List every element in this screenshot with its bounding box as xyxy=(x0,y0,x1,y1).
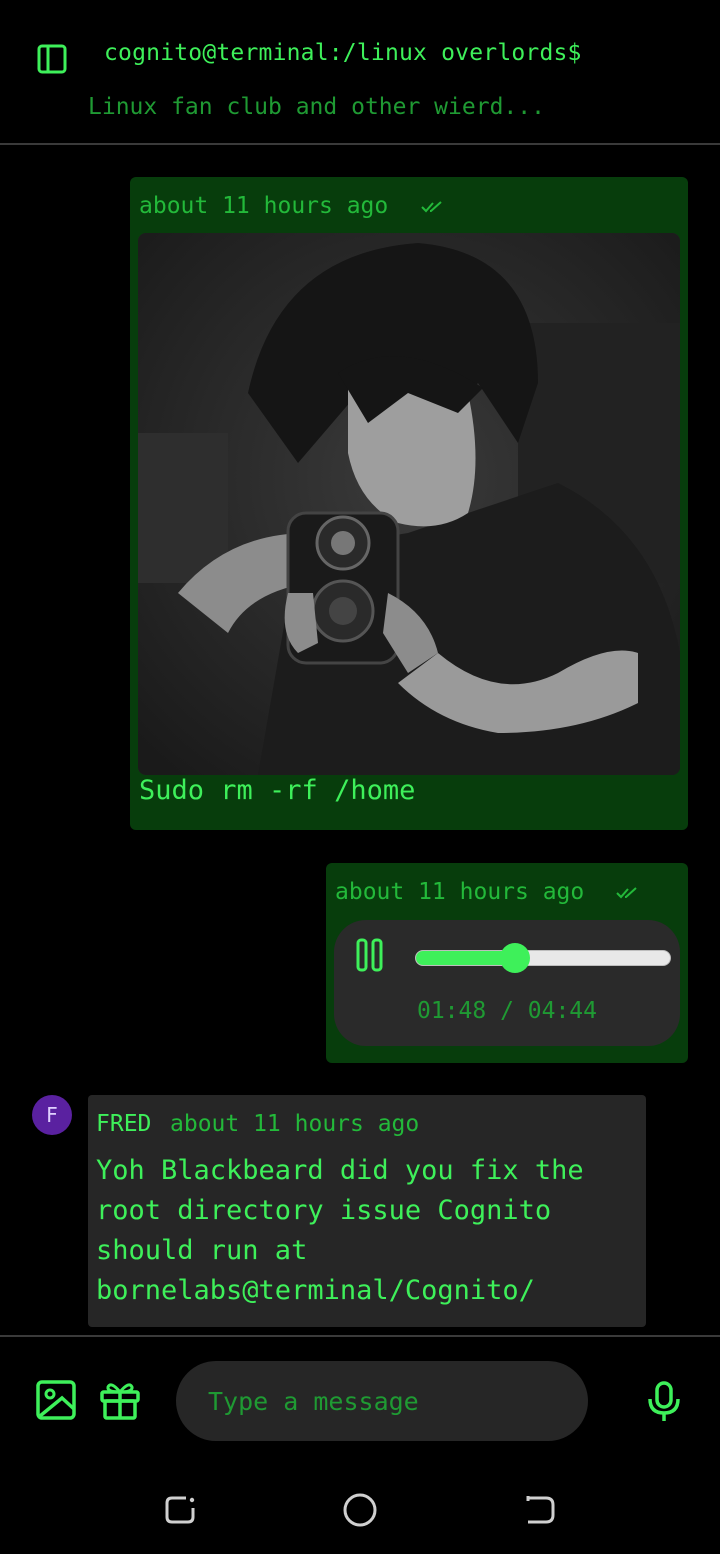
message-composer xyxy=(0,1335,720,1445)
system-nav-bar xyxy=(0,1470,720,1554)
message-timestamp: about 11 hours ago xyxy=(335,879,585,905)
incoming-message[interactable]: FRED about 11 hours ago Yoh Blackbeard d… xyxy=(88,1095,646,1327)
chat-header: cognito@terminal:/linux overlords$ Linux… xyxy=(0,0,720,145)
image-message[interactable]: about 11 hours ago Sudo rm -rf /home xyxy=(130,177,688,830)
double-check-icon xyxy=(616,885,640,904)
microphone-icon[interactable] xyxy=(646,1381,682,1423)
message-photo[interactable] xyxy=(138,233,680,775)
audio-message: about 11 hours ago 01:48 / 04:44 xyxy=(326,863,688,1063)
home-icon[interactable] xyxy=(340,1490,380,1530)
avatar[interactable]: F xyxy=(32,1095,72,1135)
audio-time-readout: 01:48 / 04:44 xyxy=(416,998,597,1024)
audio-player: 01:48 / 04:44 xyxy=(334,920,680,1046)
double-check-icon xyxy=(421,199,445,218)
audio-seek-slider[interactable] xyxy=(415,943,671,973)
message-text: Yoh Blackbeard did you fix the root dire… xyxy=(96,1155,584,1306)
sender-name: FRED xyxy=(96,1111,152,1137)
back-icon[interactable] xyxy=(520,1490,560,1530)
sidebar-toggle-icon[interactable] xyxy=(36,42,68,76)
recent-apps-icon[interactable] xyxy=(160,1490,200,1530)
chat-subtitle: Linux fan club and other wierd... xyxy=(88,94,545,120)
message-timestamp: about 11 hours ago xyxy=(139,193,389,219)
chat-title: cognito@terminal:/linux overlords$ xyxy=(104,40,582,66)
image-caption: Sudo rm -rf /home xyxy=(139,775,416,806)
message-timestamp: about 11 hours ago xyxy=(170,1111,420,1137)
image-icon[interactable] xyxy=(35,1379,77,1421)
audio-seek-thumb[interactable] xyxy=(500,943,531,973)
gift-icon[interactable] xyxy=(99,1379,141,1421)
pause-icon[interactable] xyxy=(356,938,384,972)
message-input[interactable] xyxy=(176,1361,588,1441)
chat-screen: cognito@terminal:/linux overlords$ Linux… xyxy=(0,0,720,1554)
